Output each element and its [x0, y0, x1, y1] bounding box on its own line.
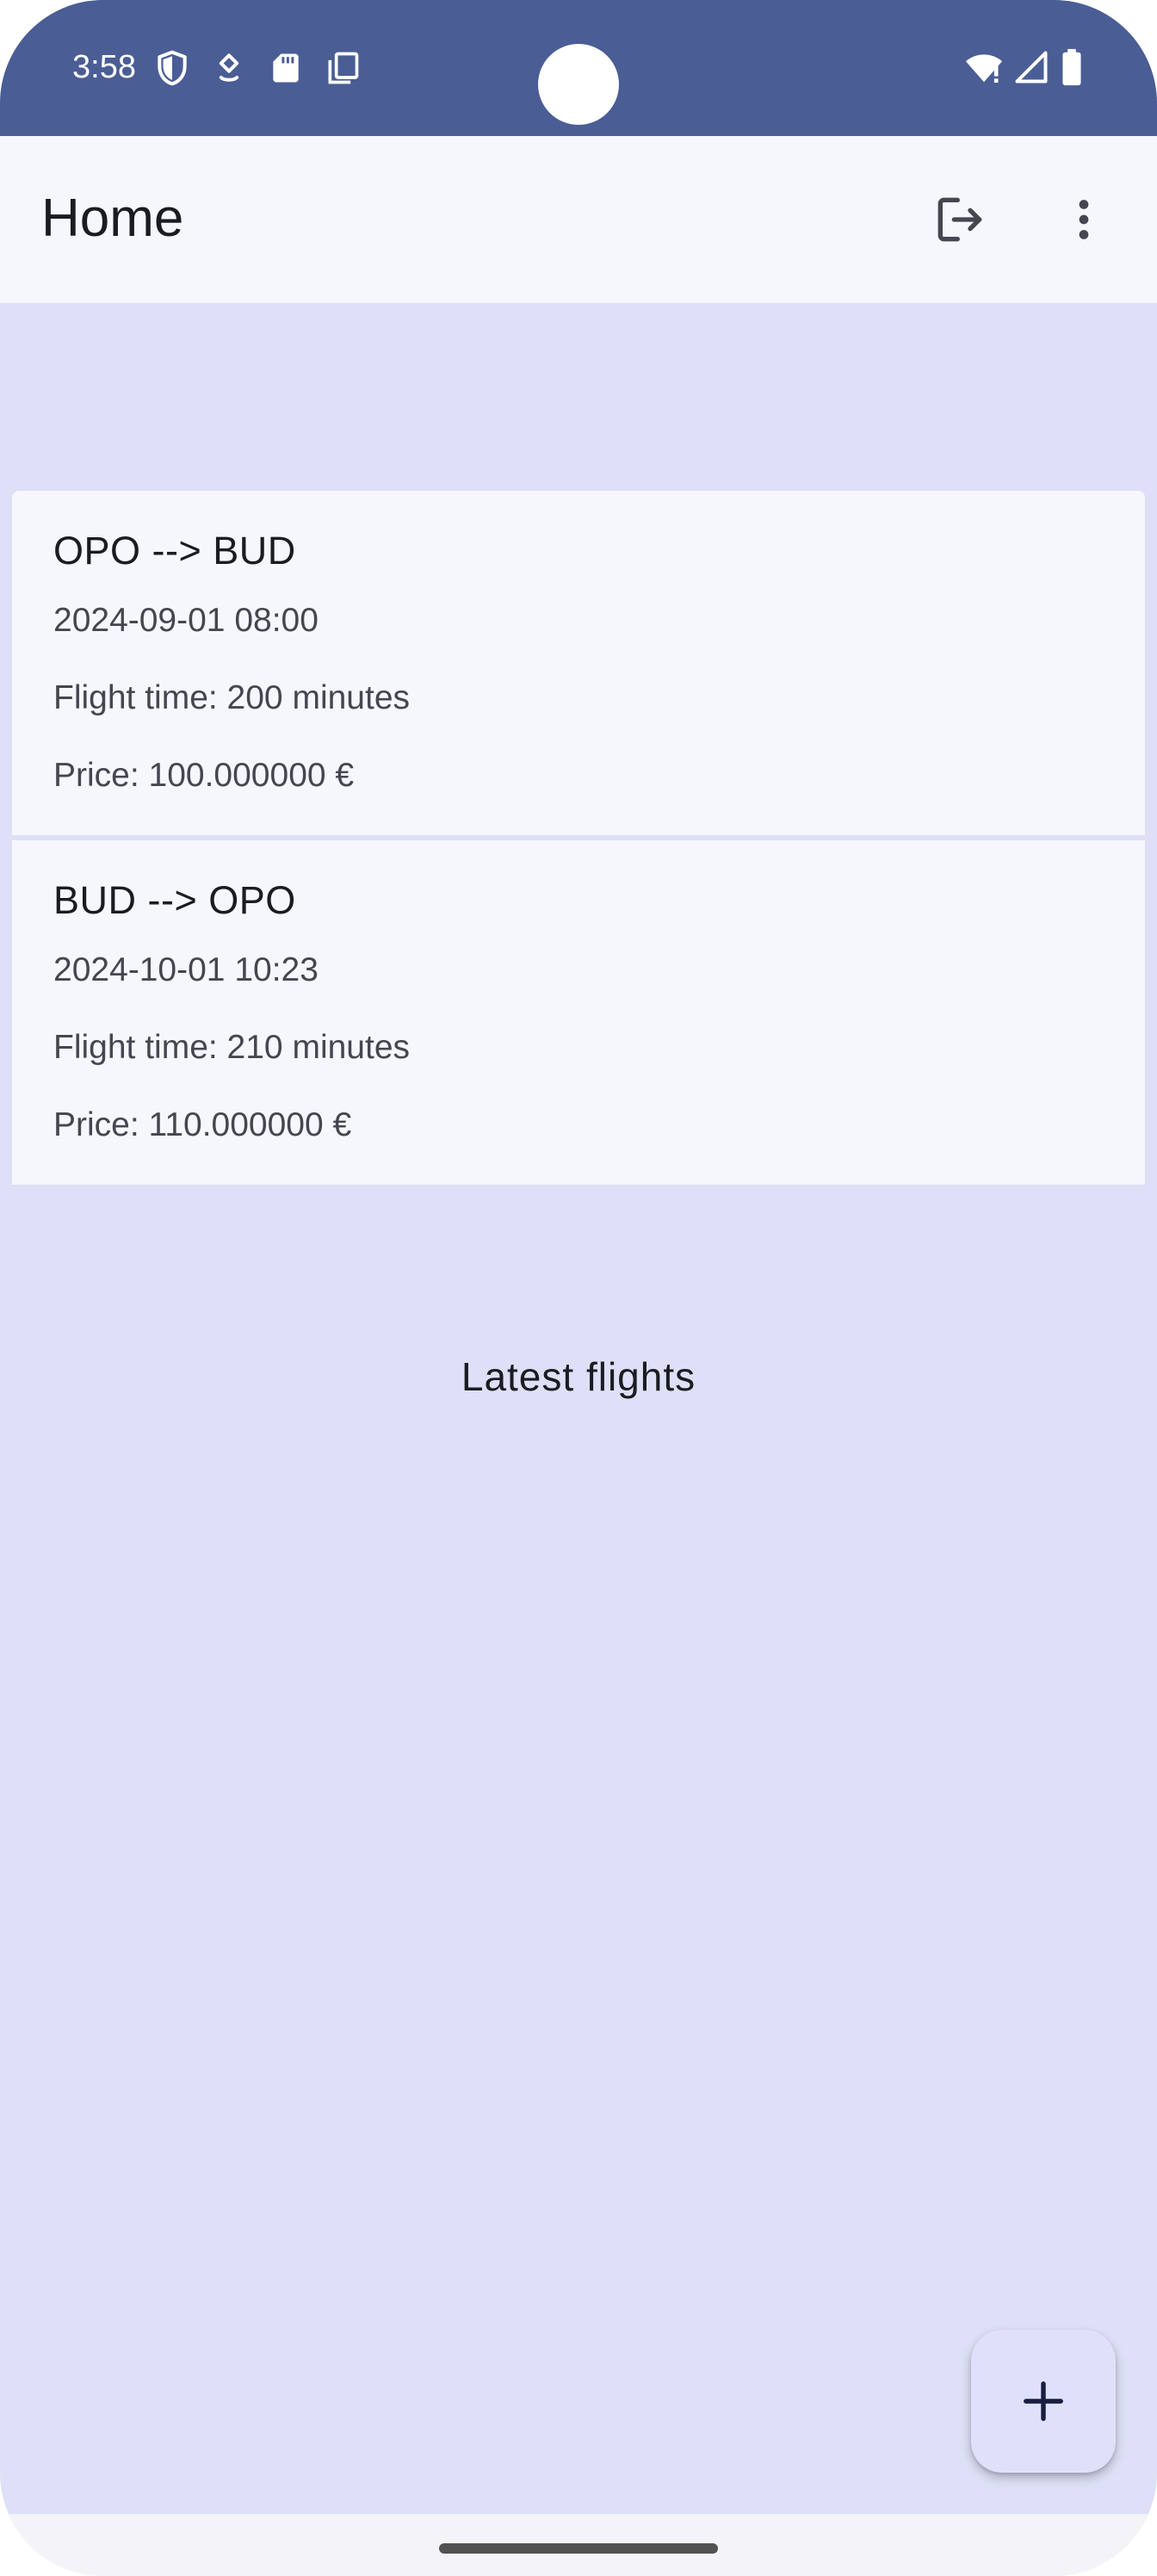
logout-icon — [937, 197, 982, 242]
section-label: Latest flights — [461, 1354, 696, 1399]
home-indicator[interactable] — [439, 2543, 718, 2554]
flight-list: OPO --> BUD 2024-09-01 08:00 Flight time… — [12, 491, 1145, 1190]
phone-screen: 3:58 Home OPO --> BUD 2024-09-01 08:00 F… — [0, 0, 1157, 2576]
sd-card-icon — [273, 53, 299, 83]
copy-icon — [328, 52, 359, 84]
flight-datetime: 2024-09-01 08:00 — [53, 602, 319, 639]
top-app-bar: Home — [0, 136, 1157, 303]
logout-button[interactable] — [921, 181, 999, 258]
flight-duration: Flight time: 200 minutes — [53, 679, 411, 716]
more-options-button[interactable] — [1045, 181, 1123, 258]
status-left-icons — [153, 48, 362, 88]
wifi-alert-icon — [965, 54, 1003, 84]
flight-duration: Flight time: 210 minutes — [53, 1029, 411, 1066]
shield-icon — [158, 50, 187, 86]
plus-icon — [1024, 2381, 1063, 2421]
add-flight-button[interactable] — [971, 2330, 1116, 2473]
flight-price: Price: 100.000000 € — [53, 757, 355, 794]
cellular-signal-icon — [1015, 51, 1048, 84]
battery-icon — [1062, 48, 1081, 86]
status-time: 3:58 — [72, 49, 136, 85]
page-title: Home — [41, 189, 184, 248]
flight-card[interactable]: OPO --> BUD 2024-09-01 08:00 Flight time… — [12, 491, 1145, 835]
flight-datetime: 2024-10-01 10:23 — [53, 951, 319, 988]
flight-card[interactable]: BUD --> OPO 2024-10-01 10:23 Flight time… — [12, 840, 1145, 1185]
status-bar: 3:58 — [0, 0, 1157, 136]
navigation-bar — [0, 2514, 1157, 2576]
status-right-icons — [964, 46, 1085, 88]
flight-price: Price: 110.000000 € — [53, 1106, 352, 1143]
flight-route: OPO --> BUD — [53, 529, 296, 573]
flight-route: BUD --> OPO — [53, 878, 296, 922]
more-vert-icon — [1079, 200, 1089, 239]
camera-cutout — [538, 44, 619, 125]
location-pin-icon — [219, 53, 239, 82]
